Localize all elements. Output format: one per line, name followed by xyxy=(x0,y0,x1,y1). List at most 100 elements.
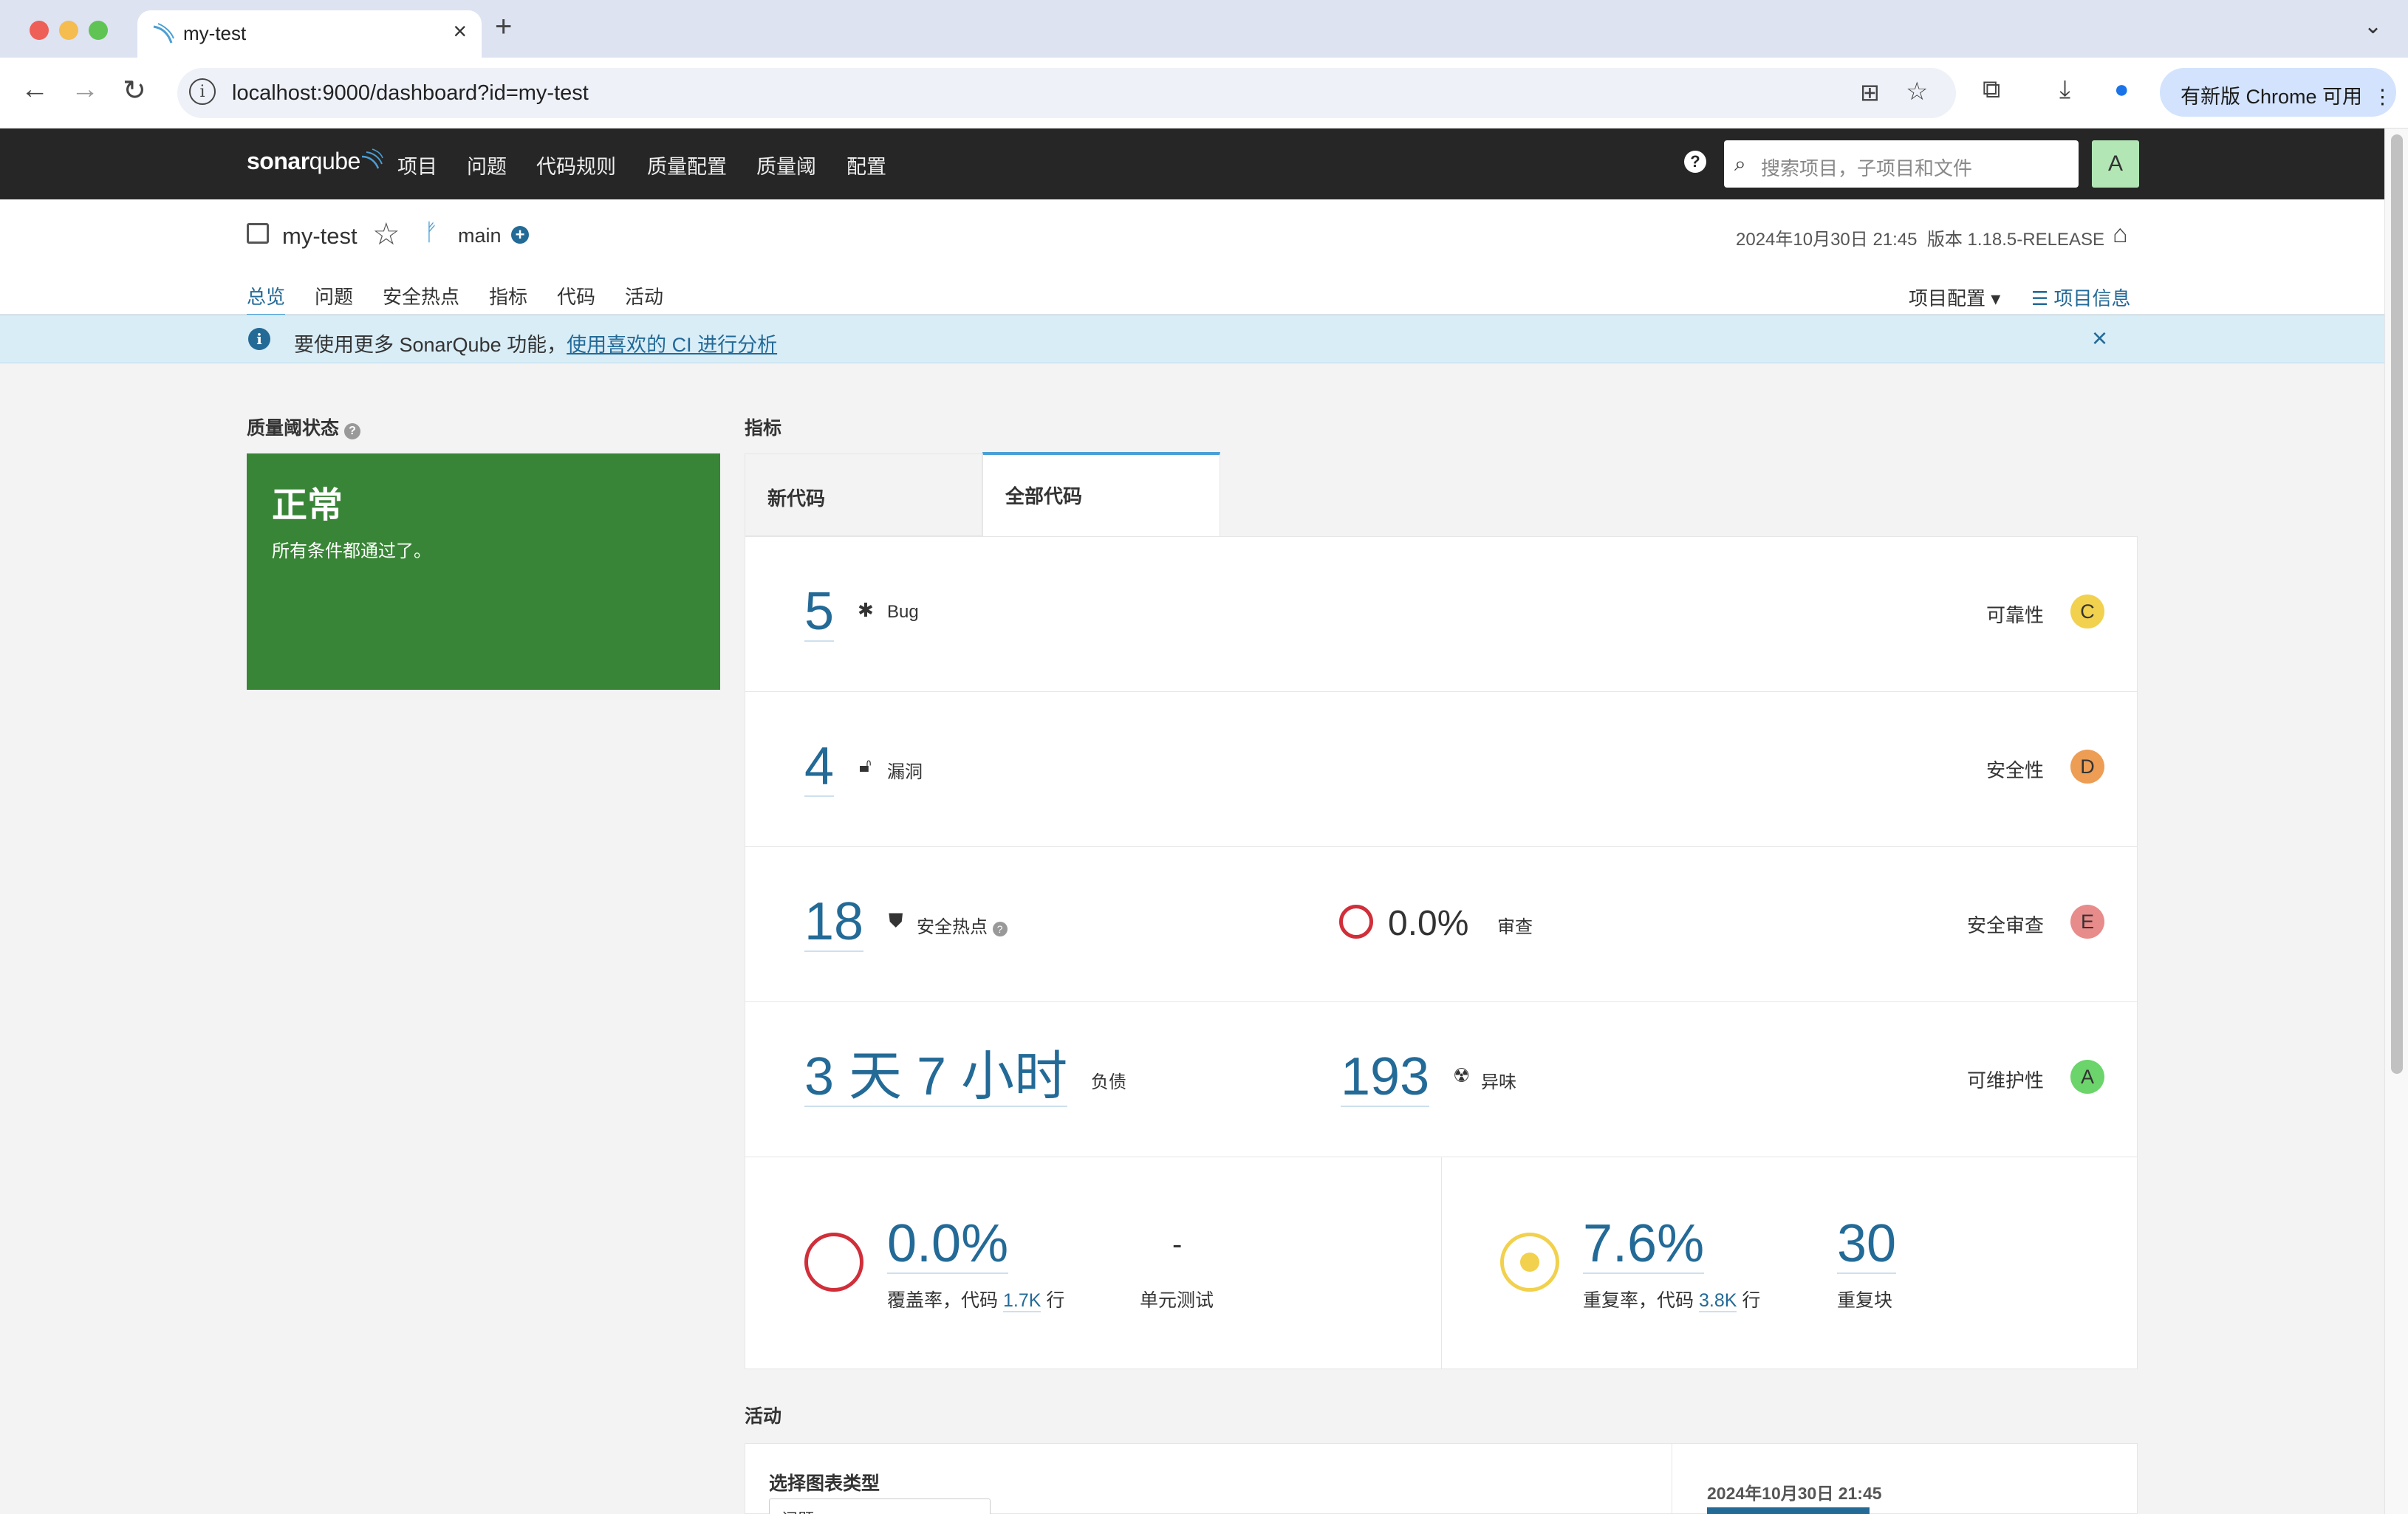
download-icon[interactable]: ⤓ xyxy=(2059,75,2070,104)
global-search-input[interactable]: ⌕ 搜索项目，子项目和文件 xyxy=(1724,140,2079,188)
tab-security-hotspots[interactable]: 安全热点 xyxy=(383,282,459,309)
scrollbar-thumb[interactable] xyxy=(2391,134,2403,1074)
back-icon[interactable]: ← xyxy=(21,74,49,106)
user-avatar[interactable]: A xyxy=(2092,140,2139,188)
banner-link[interactable]: 使用喜欢的 CI 进行分析 xyxy=(567,334,777,356)
duplication-label: 重复率，代码 3.8K 行 xyxy=(1583,1290,1761,1312)
security-review-rating[interactable]: E xyxy=(2070,905,2104,939)
hotspots-value[interactable]: 18 xyxy=(804,893,864,952)
reliability-label: 可靠性 xyxy=(1986,604,2045,626)
search-placeholder: 搜索项目，子项目和文件 xyxy=(1761,157,1973,179)
nav-issues[interactable]: 问题 xyxy=(467,151,507,179)
bookmark-star-icon[interactable]: ☆ xyxy=(1906,77,1928,106)
tab-overall-code[interactable]: 全部代码 xyxy=(982,452,1220,538)
security-rating[interactable]: D xyxy=(2070,750,2104,784)
home-icon[interactable]: ⌂ xyxy=(2113,220,2128,249)
site-info-icon[interactable]: i xyxy=(189,78,216,105)
address-bar[interactable]: i localhost:9000/dashboard?id=my-test ⊞ … xyxy=(177,68,1956,118)
security-review-row: 18 ⛊ 安全热点 ? 0.0% 审查 安全审查 E xyxy=(745,847,2137,1002)
security-row: 4 🔓︎ 漏洞 安全性 D xyxy=(745,692,2137,847)
close-banner-icon[interactable]: × xyxy=(2092,323,2107,354)
coverage-lines-link[interactable]: 1.7K xyxy=(1002,1290,1041,1312)
help-circle-icon[interactable]: ? xyxy=(992,922,1008,936)
maintainability-label: 可维护性 xyxy=(1967,1069,2045,1092)
divider xyxy=(1441,1157,1442,1369)
project-name[interactable]: my-test xyxy=(282,223,358,250)
branch-icon: ᚠ xyxy=(424,219,439,245)
nav-administration[interactable]: 配置 xyxy=(846,151,886,179)
window-maximize-button[interactable] xyxy=(89,21,108,40)
chrome-update-button[interactable]: 有新版 Chrome 可用 ⋮ xyxy=(2160,68,2396,117)
sonarqube-logo[interactable]: sonarqube xyxy=(247,148,384,175)
hotspots-label: 安全热点 ? xyxy=(917,912,1008,938)
search-icon: ⌕ xyxy=(1734,152,1746,175)
ci-analysis-banner: i 要使用更多 SonarQube 功能，使用喜欢的 CI 进行分析 × xyxy=(0,315,2384,363)
bugs-value[interactable]: 5 xyxy=(804,583,835,642)
activity-panel: 选择图表类型 问题 2024年10月30日 21:45 xyxy=(745,1443,2138,1514)
menu-dots-icon[interactable]: ⋮ xyxy=(2373,86,2392,108)
chart-type-select[interactable]: 问题 xyxy=(769,1498,991,1514)
close-tab-icon[interactable]: × xyxy=(453,18,467,45)
help-circle-icon[interactable]: ? xyxy=(343,423,360,439)
coverage-donut-icon xyxy=(804,1233,863,1292)
coverage-value[interactable]: 0.0% xyxy=(887,1215,1009,1274)
project-settings-dropdown[interactable]: 项目配置 ▾ xyxy=(1909,284,2000,311)
reviewed-percent[interactable]: 0.0% xyxy=(1388,903,1468,944)
vulnerabilities-value[interactable]: 4 xyxy=(804,738,835,797)
duplication-lines-link[interactable]: 3.8K xyxy=(1698,1290,1737,1312)
debt-label: 负债 xyxy=(1091,1072,1126,1092)
translate-icon[interactable]: ⊞ xyxy=(1860,78,1880,106)
window-close-button[interactable] xyxy=(30,21,49,40)
tab-overview[interactable]: 总览 xyxy=(247,282,286,317)
security-label: 安全性 xyxy=(1986,759,2045,781)
unit-tests-label: 单元测试 xyxy=(1140,1290,1214,1311)
duplicated-blocks-value[interactable]: 30 xyxy=(1837,1215,1897,1274)
forward-icon[interactable]: → xyxy=(71,74,99,106)
browser-tab[interactable]: my-test × xyxy=(137,10,482,58)
tab-issues[interactable]: 问题 xyxy=(315,282,353,309)
code-smells-value[interactable]: 193 xyxy=(1341,1048,1430,1107)
tab-measures[interactable]: 指标 xyxy=(489,282,527,309)
tab-activity[interactable]: 活动 xyxy=(625,282,663,309)
logo-waves-icon xyxy=(361,148,383,169)
duplicated-blocks-label: 重复块 xyxy=(1837,1290,1893,1311)
reload-icon[interactable]: ↻ xyxy=(123,74,146,107)
tab-code[interactable]: 代码 xyxy=(557,282,595,309)
project-info-link[interactable]: ☰ 项目信息 xyxy=(2031,284,2131,311)
nav-projects[interactable]: 项目 xyxy=(397,151,437,179)
nav-quality-gates[interactable]: 质量阈 xyxy=(756,151,816,179)
reviewed-label: 审查 xyxy=(1497,917,1533,937)
maintainability-rating[interactable]: A xyxy=(2070,1060,2104,1094)
unit-tests-value: - xyxy=(1172,1228,1183,1261)
info-icon: i xyxy=(248,328,270,350)
debt-value[interactable]: 3 天 7 小时 xyxy=(804,1048,1068,1107)
activity-title: 活动 xyxy=(745,1406,782,1427)
tab-new-code[interactable]: 新代码 xyxy=(745,453,982,536)
chart-type-label: 选择图表类型 xyxy=(769,1473,880,1494)
branch-info-icon[interactable]: + xyxy=(511,226,529,244)
list-icon: ☰ xyxy=(2031,287,2054,309)
nav-quality-profiles[interactable]: 质量配置 xyxy=(647,151,727,179)
coverage-duplication-row: 0.0% 覆盖率，代码 1.7K 行 - 单元测试 7.6% 重复率，代码 3.… xyxy=(745,1157,2137,1369)
extensions-icon[interactable]: ⧉ xyxy=(1983,75,2000,104)
quality-gate-title: 质量阈状态 ? xyxy=(247,414,360,440)
vulnerabilities-label: 漏洞 xyxy=(887,762,923,782)
lock-icon: 🔓︎ xyxy=(859,754,872,776)
quality-gate-status-box: 正常 所有条件都通过了。 xyxy=(247,453,720,690)
reliability-rating[interactable]: C xyxy=(2070,595,2104,628)
duplication-value[interactable]: 7.6% xyxy=(1583,1215,1705,1274)
favorite-star-icon[interactable]: ☆ xyxy=(372,216,400,252)
sonarqube-navbar: sonarqube 项目 问题 代码规则 质量配置 质量阈 配置 ? ⌕ 搜索项… xyxy=(0,129,2384,199)
profile-icon[interactable]: ● xyxy=(2114,75,2130,104)
help-icon[interactable]: ? xyxy=(1684,151,1706,173)
new-tab-icon[interactable]: + xyxy=(495,10,512,44)
page-scrollbar[interactable] xyxy=(2384,129,2408,1514)
activity-bar xyxy=(1707,1507,1870,1514)
nav-rules[interactable]: 代码规则 xyxy=(536,151,616,179)
tab-search-chevron-icon[interactable]: ⌄ xyxy=(2364,13,2382,39)
quality-gate-status: 正常 xyxy=(272,486,343,525)
branch-name[interactable]: main xyxy=(458,225,502,247)
code-smells-label: 异味 xyxy=(1481,1072,1516,1092)
activity-date: 2024年10月30日 21:45 xyxy=(1707,1484,1882,1503)
window-minimize-button[interactable] xyxy=(59,21,78,40)
